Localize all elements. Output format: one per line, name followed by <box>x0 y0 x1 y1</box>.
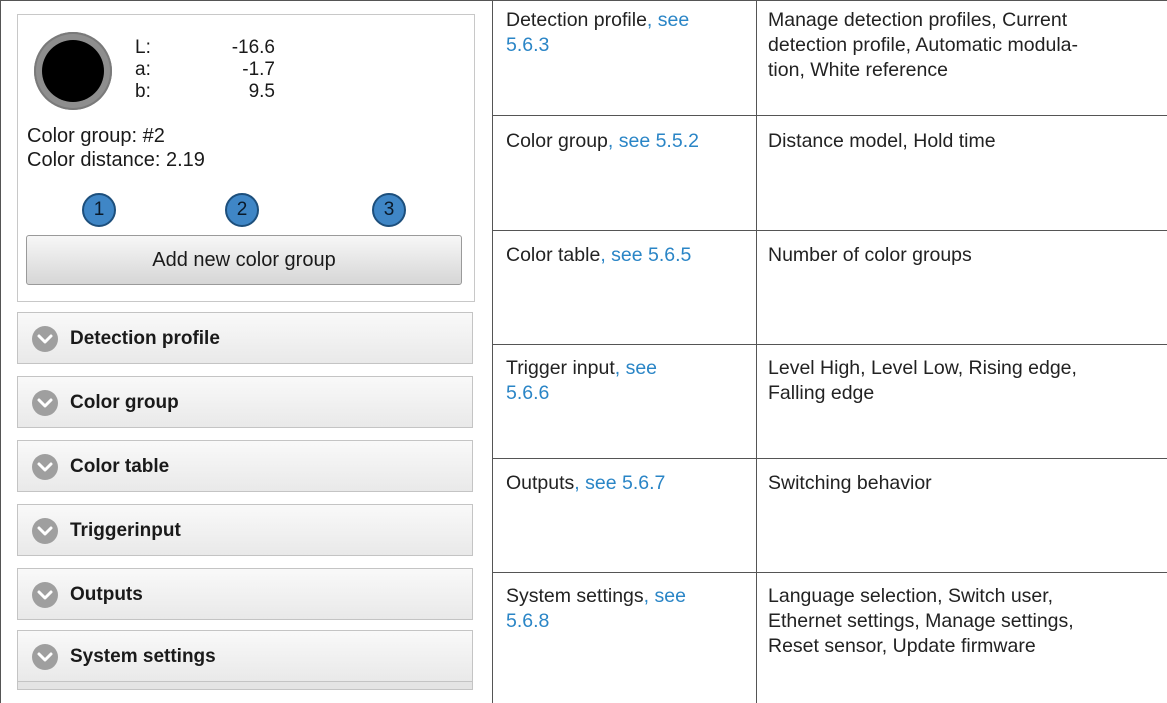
options-cell-system-settings: Language selection, Switch user, Etherne… <box>768 584 1163 659</box>
add-color-group-button[interactable]: Add new color group <box>26 235 462 285</box>
accordion-label: System settings <box>70 646 216 667</box>
color-group-button-2[interactable]: 2 <box>225 193 259 227</box>
color-swatch-dot <box>42 40 104 102</box>
menu-name: Detection profile <box>506 9 647 31</box>
section-link[interactable]: 5.6.8 <box>506 610 549 632</box>
section-link[interactable]: , see <box>615 357 657 379</box>
lab-value: -1.7 <box>242 59 275 80</box>
section-link[interactable]: , see 5.5.2 <box>608 130 699 152</box>
table-border-left <box>0 0 1 703</box>
options-line: Language selection, Switch user, <box>768 585 1054 607</box>
lab-value-row: a: -1.7 <box>135 59 275 81</box>
section-link[interactable]: , see 5.6.5 <box>600 244 691 266</box>
lab-value: 9.5 <box>248 81 275 102</box>
options-line: Switching behavior <box>768 472 932 494</box>
options-line: Distance model, Hold time <box>768 130 996 152</box>
menu-name: Trigger input <box>506 357 615 379</box>
sensor-ui-screenshot: L: -16.6 a: -1.7 b: 9.5 Color group: #2 … <box>17 14 475 690</box>
chevron-down-icon <box>32 644 58 670</box>
table-border-top <box>0 0 1167 1</box>
accordion-label: Triggerinput <box>70 520 181 541</box>
options-line: Manage detection profiles, Current <box>768 9 1068 31</box>
color-group-button-3[interactable]: 3 <box>372 193 406 227</box>
options-cell-color-table: Number of color groups <box>768 243 1163 268</box>
color-group-readout: Color group: #2 <box>27 125 165 147</box>
chevron-down-icon <box>32 454 58 480</box>
color-distance-readout: Color distance: 2.19 <box>27 149 205 171</box>
menu-cell-outputs: Outputs, see 5.6.7 <box>506 471 756 496</box>
menu-cell-trigger-input: Trigger input, see 5.6.6 <box>506 356 746 406</box>
options-line: Ethernet settings, Manage settings, <box>768 610 1074 632</box>
options-cell-trigger-input: Level High, Level Low, Rising edge, Fall… <box>768 356 1163 406</box>
menu-cell-color-table: Color table, see 5.6.5 <box>506 243 756 268</box>
menu-cell-color-group: Color group, see 5.5.2 <box>506 129 756 154</box>
table-row-divider <box>492 572 1167 573</box>
options-cell-outputs: Switching behavior <box>768 471 1163 496</box>
accordion-label: Color group <box>70 392 179 413</box>
options-line: detection profile, Automatic modula- <box>768 34 1079 56</box>
options-line: Number of color groups <box>768 244 972 266</box>
menu-name: System settings <box>506 585 644 607</box>
table-border-col1 <box>492 0 493 703</box>
section-link[interactable]: , see <box>647 9 689 31</box>
chevron-down-icon <box>32 326 58 352</box>
accordion-label: Outputs <box>70 584 143 605</box>
lab-value-row: b: 9.5 <box>135 81 275 103</box>
table-row-divider <box>492 115 1167 116</box>
accordion-label: Color table <box>70 456 170 477</box>
accordion-footer <box>17 682 473 690</box>
color-swatch <box>34 32 112 110</box>
menu-name: Color table <box>506 244 601 266</box>
section-link[interactable]: 5.6.3 <box>506 34 549 56</box>
table-border-col2 <box>756 0 757 703</box>
section-link[interactable]: 5.6.6 <box>506 382 549 404</box>
chevron-down-icon <box>32 582 58 608</box>
lab-key: L: <box>135 37 151 58</box>
options-line: Level High, Level Low, Rising edge, <box>768 357 1077 379</box>
accordion-detection-profile[interactable]: Detection profile <box>17 312 473 364</box>
chevron-down-icon <box>32 390 58 416</box>
options-line: tion, White reference <box>768 59 948 81</box>
table-row-divider <box>492 230 1167 231</box>
accordion-system-settings[interactable]: System settings <box>17 630 473 682</box>
section-link[interactable]: , see <box>644 585 686 607</box>
lab-key: a: <box>135 59 151 80</box>
lab-value-row: L: -16.6 <box>135 37 275 59</box>
table-row-divider <box>492 458 1167 459</box>
menu-name: Color group <box>506 130 608 152</box>
chevron-down-icon <box>32 518 58 544</box>
options-line: Reset sensor, Update firmware <box>768 635 1036 657</box>
lab-value: -16.6 <box>231 37 275 58</box>
accordion-outputs[interactable]: Outputs <box>17 568 473 620</box>
menu-cell-detection-profile: Detection profile, see 5.6.3 <box>506 8 746 58</box>
accordion-color-group[interactable]: Color group <box>17 376 473 428</box>
options-cell-color-group: Distance model, Hold time <box>768 129 1163 154</box>
menu-name: Outputs <box>506 472 575 494</box>
options-line: Falling edge <box>768 382 875 404</box>
table-row-divider <box>492 344 1167 345</box>
color-display-panel: L: -16.6 a: -1.7 b: 9.5 Color group: #2 … <box>17 14 475 302</box>
accordion-color-table[interactable]: Color table <box>17 440 473 492</box>
color-group-button-1[interactable]: 1 <box>82 193 116 227</box>
accordion-label: Detection profile <box>70 328 220 349</box>
options-cell-detection-profile: Manage detection profiles, Current detec… <box>768 8 1163 83</box>
lab-key: b: <box>135 81 151 102</box>
section-link[interactable]: , see 5.6.7 <box>574 472 665 494</box>
menu-cell-system-settings: System settings, see 5.6.8 <box>506 584 746 634</box>
accordion-trigger-input[interactable]: Triggerinput <box>17 504 473 556</box>
